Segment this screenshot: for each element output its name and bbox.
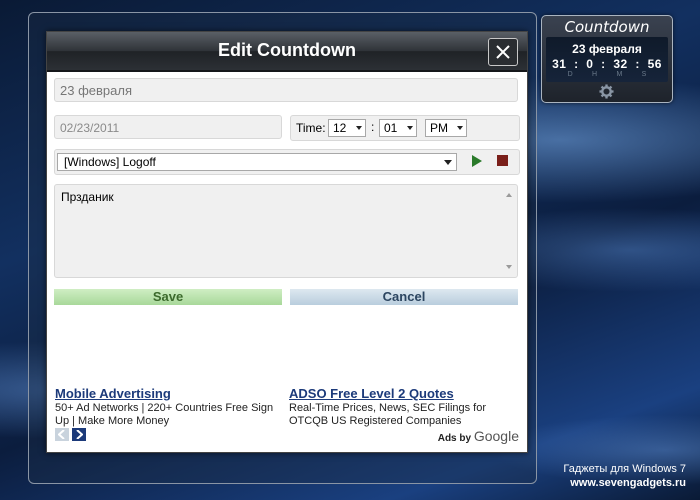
time-separator: : (570, 57, 583, 71)
hour-select[interactable]: 12 (328, 119, 366, 137)
minute-value: 01 (384, 121, 398, 135)
minute-select[interactable]: 01 (379, 119, 417, 137)
unit-label: D (567, 71, 573, 78)
watermark: Гаджеты для Windows 7 www.sevengadgets.r… (563, 462, 686, 490)
scroll-down-icon[interactable] (506, 265, 512, 269)
google-logo: Google (473, 428, 519, 444)
ad-block: Mobile Advertising 50+ Ad Networks | 220… (55, 387, 280, 428)
date-field[interactable]: 02/23/2011 (54, 115, 282, 139)
gadget-date: 23 февраля (572, 42, 642, 56)
chevron-right-icon (76, 430, 83, 439)
gadget-display: 23 февраля 31 : 0 : 32 : 56 D H M S (546, 37, 668, 82)
date-value: 02/23/2011 (60, 121, 120, 135)
ad-link[interactable]: Mobile Advertising (55, 387, 280, 400)
countdown-name-input[interactable] (54, 78, 518, 102)
notes-text: Прзданик (61, 190, 114, 204)
action-group: [Windows] Logoff (54, 149, 520, 175)
gadget-time-remaining: 31 : 0 : 32 : 56 (546, 57, 668, 71)
time-separator: : (371, 120, 375, 134)
edit-countdown-dialog: Edit Countdown 02/23/2011 Time: 12 : 01 … (46, 31, 528, 453)
minutes-value: 32 (613, 57, 628, 71)
chevron-down-icon (407, 126, 413, 130)
chevron-down-icon (356, 126, 362, 130)
ad-text: Real-Time Prices, News, SEC Filings for … (289, 402, 487, 427)
ad-block: ADSO Free Level 2 Quotes Real-Time Price… (289, 387, 514, 428)
ampm-value: PM (430, 121, 448, 135)
scroll-up-icon[interactable] (506, 193, 512, 197)
gadget-title: Countdown (564, 18, 650, 36)
dialog-header: Edit Countdown (47, 32, 527, 72)
hour-value: 12 (333, 121, 347, 135)
stop-icon[interactable] (497, 155, 508, 166)
ad-text: 50+ Ad Networks | 220+ Countries Free Si… (55, 402, 274, 427)
save-button[interactable]: Save (54, 289, 282, 305)
gear-icon[interactable] (599, 84, 614, 99)
ad-navigation (55, 428, 86, 441)
ad-prev-button[interactable] (55, 428, 69, 441)
days-value: 31 (552, 57, 567, 71)
ads-by-label: Ads by (437, 433, 472, 444)
seconds-value: 56 (647, 57, 662, 71)
time-separator: : (631, 57, 644, 71)
notes-textarea[interactable]: Прзданик (54, 184, 518, 278)
unit-label: M (616, 71, 623, 78)
hours-value: 0 (586, 57, 594, 71)
time-separator: : (597, 57, 610, 71)
ampm-select[interactable]: PM (425, 119, 467, 137)
time-unit-labels: D H M S (546, 71, 668, 78)
unit-label: S (641, 71, 647, 78)
dialog-title: Edit Countdown (218, 40, 356, 60)
chevron-down-icon (444, 160, 452, 165)
chevron-left-icon (58, 430, 65, 439)
ad-next-button[interactable] (72, 428, 86, 441)
ad-link[interactable]: ADSO Free Level 2 Quotes (289, 387, 514, 400)
ads-by-google[interactable]: Ads by Google (438, 428, 519, 444)
action-value: [Windows] Logoff (64, 155, 156, 169)
countdown-gadget[interactable]: Countdown 23 февраля 31 : 0 : 32 : 56 D … (541, 15, 673, 103)
watermark-site: www.sevengadgets.ru (570, 477, 686, 489)
time-group: Time: 12 : 01 PM (290, 115, 520, 141)
cancel-button[interactable]: Cancel (290, 289, 518, 305)
watermark-line: Гаджеты для Windows 7 (563, 463, 686, 475)
unit-label: H (592, 71, 598, 78)
close-button[interactable] (488, 38, 518, 66)
action-select[interactable]: [Windows] Logoff (57, 153, 457, 171)
chevron-down-icon (457, 126, 463, 130)
time-label: Time: (296, 121, 326, 135)
play-icon[interactable] (472, 155, 482, 167)
close-icon (496, 45, 510, 59)
